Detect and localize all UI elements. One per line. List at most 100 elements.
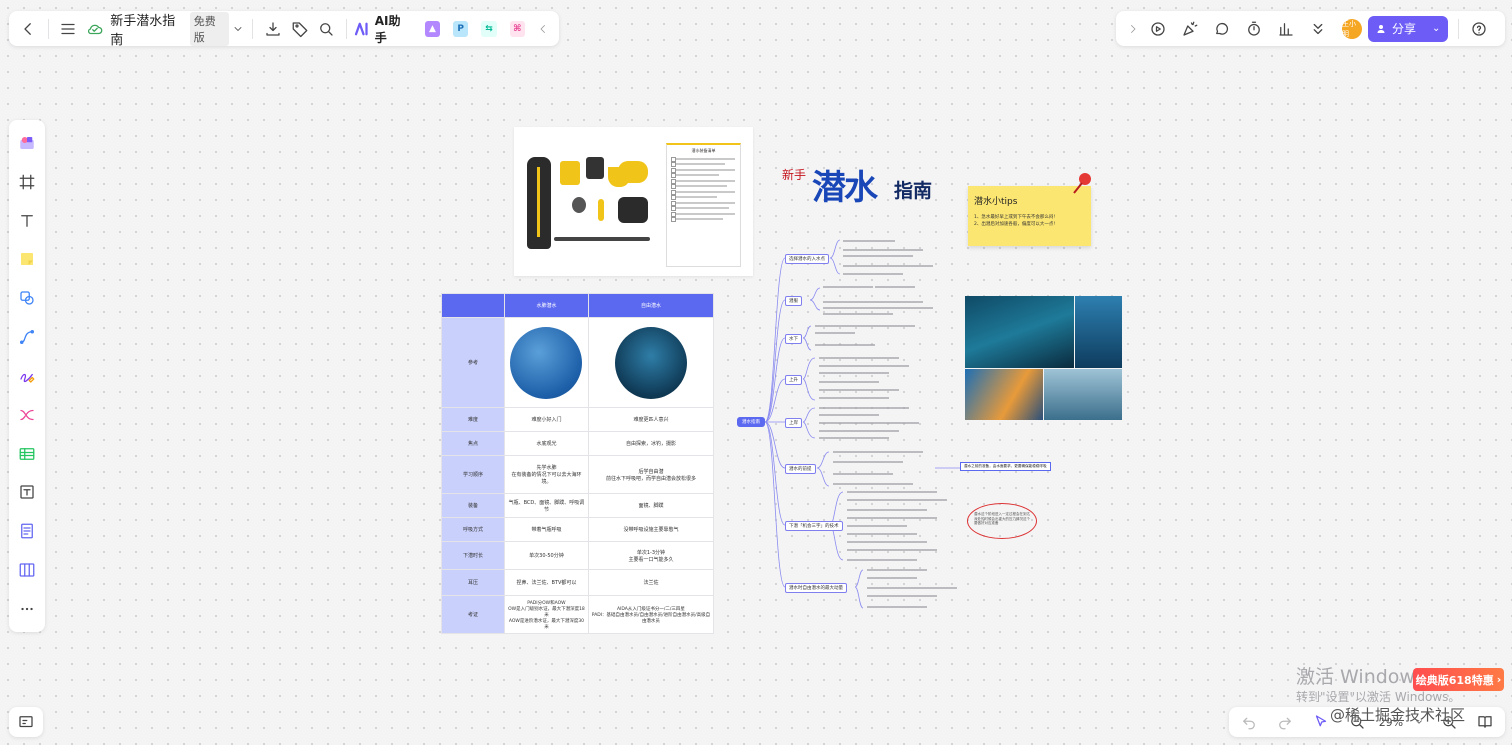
search-icon[interactable] bbox=[313, 15, 340, 43]
mindmap-icon[interactable] bbox=[9, 398, 45, 432]
juejin-watermark: @稀土掘金技术社区 bbox=[1330, 706, 1466, 724]
ai-assistant-icon[interactable] bbox=[353, 15, 372, 43]
download-icon[interactable] bbox=[259, 15, 286, 43]
checklist-line bbox=[671, 200, 735, 206]
underwater-photo[interactable] bbox=[1075, 296, 1122, 368]
text-icon[interactable] bbox=[9, 204, 45, 238]
share-label: 分享 bbox=[1392, 22, 1417, 36]
table-row: 参考 bbox=[441, 317, 715, 408]
ai-assistant-button[interactable]: AI助手 bbox=[375, 12, 411, 46]
table-row: 耳压 捏鼻、法兰佐、BTV都可以 法兰佐 bbox=[441, 569, 715, 596]
chart-icon[interactable] bbox=[1270, 15, 1302, 43]
table-cell: 单次30-50分钟 bbox=[504, 541, 589, 570]
circle-note: 潜水这个阶段进入一定过程会在到达深处的时候会出现大的压力情况这个要做好对应准备 bbox=[974, 512, 1030, 525]
pen-icon[interactable] bbox=[9, 359, 45, 393]
divider bbox=[345, 18, 347, 39]
book-icon[interactable] bbox=[1471, 708, 1499, 736]
share-button[interactable]: 分享 ⌄ bbox=[1368, 15, 1449, 42]
templates-icon[interactable] bbox=[9, 126, 45, 160]
minimap-icon[interactable] bbox=[12, 708, 40, 736]
celebrate-icon[interactable] bbox=[1174, 15, 1206, 43]
undo-icon[interactable] bbox=[1235, 708, 1263, 736]
checklist-line bbox=[671, 211, 735, 217]
row-label: 学习顺序 bbox=[441, 455, 505, 494]
underwater-photo[interactable] bbox=[965, 369, 1043, 420]
expand-right-icon[interactable] bbox=[1124, 15, 1142, 43]
checklist-line bbox=[671, 173, 719, 178]
connector-icon[interactable] bbox=[9, 320, 45, 354]
regulator-image bbox=[586, 157, 604, 179]
comparison-table[interactable]: 水肺潜水 自由潜水 参考 难度 难度小好入门 难度更匹人意兴 焦点 水底观光 自… bbox=[441, 293, 715, 634]
underwater-photo[interactable] bbox=[1044, 369, 1122, 420]
checklist-line bbox=[671, 189, 735, 195]
mindmap-leaf-text bbox=[815, 240, 957, 608]
chevron-down-icon[interactable] bbox=[229, 15, 246, 43]
more-tools-icon[interactable] bbox=[9, 592, 45, 626]
promo-label: 绘典版618特惠 bbox=[1415, 673, 1494, 687]
wetsuit-image bbox=[527, 157, 551, 249]
row-label: 考证 bbox=[441, 595, 505, 634]
list-card-icon[interactable] bbox=[9, 514, 45, 548]
table-cell: 带着气瓶呼吸 bbox=[504, 517, 589, 542]
table-row: 呼吸方式 带着气瓶呼吸 没带呼吸设施主要靠憋气 bbox=[441, 517, 715, 542]
checklist-line bbox=[671, 184, 727, 189]
plugin-p-icon[interactable]: P bbox=[453, 20, 469, 37]
tag-icon[interactable] bbox=[286, 15, 313, 43]
table-header-row: 水肺潜水 自由潜水 bbox=[441, 293, 715, 318]
more-down-icon[interactable] bbox=[1302, 15, 1334, 43]
sticky-note-icon[interactable] bbox=[9, 242, 45, 276]
text-block-icon[interactable] bbox=[9, 475, 45, 509]
freedive-photo-cell bbox=[587, 317, 715, 408]
shape-icon[interactable] bbox=[9, 281, 45, 315]
freedive-photo bbox=[614, 326, 687, 399]
sticky-line: 1、急水最好早上或到下午去不会那么闷! bbox=[974, 215, 1056, 220]
promo-banner[interactable]: 绘典版618特惠 › bbox=[1413, 668, 1504, 691]
table-row: 焦点 水底观光 自由探索，冰钓，摄影 bbox=[441, 431, 715, 456]
checklist-title: 潜水装备清单 bbox=[691, 148, 716, 153]
table-icon[interactable] bbox=[9, 437, 45, 471]
table-row: 学习顺序 先学水肺 在有装备的情况下可以去大海环境。 后学自由潜 前往水下呼吸吧… bbox=[441, 455, 715, 494]
row-label: 耳压 bbox=[441, 569, 505, 596]
menu-icon[interactable] bbox=[55, 15, 82, 43]
title-artwork[interactable]: 新手 潜水 指南 bbox=[778, 160, 943, 210]
collapse-left-icon[interactable] bbox=[534, 15, 553, 43]
back-icon[interactable] bbox=[15, 15, 42, 43]
mindmap[interactable]: 潜水指南 选择潜水的入水点 潜服 水下 上升 上岸 潜水的前提 下潜「机会三字」… bbox=[735, 230, 1051, 615]
present-icon[interactable] bbox=[1142, 15, 1174, 43]
row-label: 焦点 bbox=[441, 431, 505, 456]
table-cell: 后学自由潜 前往水下呼吸吧，而学自由潜会放松很多 bbox=[587, 455, 715, 494]
sticky-title: 潜水小tips bbox=[974, 197, 1018, 207]
diagram-plugin-icon[interactable]: ⌘ bbox=[509, 20, 525, 37]
table-cell: 先学水肺 在有装备的情况下可以去大海环境。 bbox=[504, 455, 589, 494]
document-title[interactable]: 新手潜水指南 bbox=[110, 10, 185, 48]
flow-plugin-icon[interactable]: ⇆ bbox=[481, 20, 497, 37]
scuba-photo-cell bbox=[504, 317, 589, 408]
table-cell: AIDA从入门级证书分一/二/三四星 PADI：基础自由潜水员/自由潜水员/进阶… bbox=[587, 595, 715, 634]
divider bbox=[47, 18, 49, 39]
gear-image-card[interactable]: 潜水装备清单 bbox=[514, 127, 753, 276]
scuba-photo bbox=[510, 326, 583, 399]
title-small: 新手 bbox=[782, 168, 807, 182]
redo-icon[interactable] bbox=[1271, 708, 1299, 736]
timer-icon[interactable] bbox=[1238, 15, 1270, 43]
plan-badge: 免费版 bbox=[189, 11, 230, 46]
table-cell: 法兰佐 bbox=[587, 569, 715, 596]
checklist-line bbox=[671, 156, 735, 162]
table-cell: 捏鼻、法兰佐、BTV都可以 bbox=[504, 569, 589, 596]
checklist-line bbox=[671, 195, 717, 200]
table-row: 难度 难度小好入门 难度更匹人意兴 bbox=[441, 407, 715, 432]
kanban-icon[interactable] bbox=[9, 553, 45, 587]
mindmap-note[interactable]: 潜水之前的准备，由水面要求，更要确保能稳稳呼吸 bbox=[960, 462, 1051, 471]
frame-icon[interactable] bbox=[9, 165, 45, 199]
comment-icon[interactable] bbox=[1206, 15, 1238, 43]
underwater-photo[interactable] bbox=[965, 296, 1074, 368]
help-icon[interactable] bbox=[1465, 15, 1493, 43]
speargun-image bbox=[554, 237, 650, 241]
avatar[interactable]: 王小明 bbox=[1342, 18, 1362, 39]
top-left-toolbar: 新手潜水指南 免费版 AI助手 ▲ P ⇆ ⌘ bbox=[9, 10, 559, 48]
table-cell: 单次1-3分钟 主要看一口气能多久 bbox=[587, 541, 715, 570]
table-row: 装备 气瓶、BCD、面镜、脚蹼、呼吸调节 面镜、脚蹼 bbox=[441, 493, 715, 518]
mask-image bbox=[618, 161, 648, 183]
cloud-synced-icon bbox=[81, 15, 108, 43]
image-plugin-icon[interactable]: ▲ bbox=[424, 20, 441, 37]
